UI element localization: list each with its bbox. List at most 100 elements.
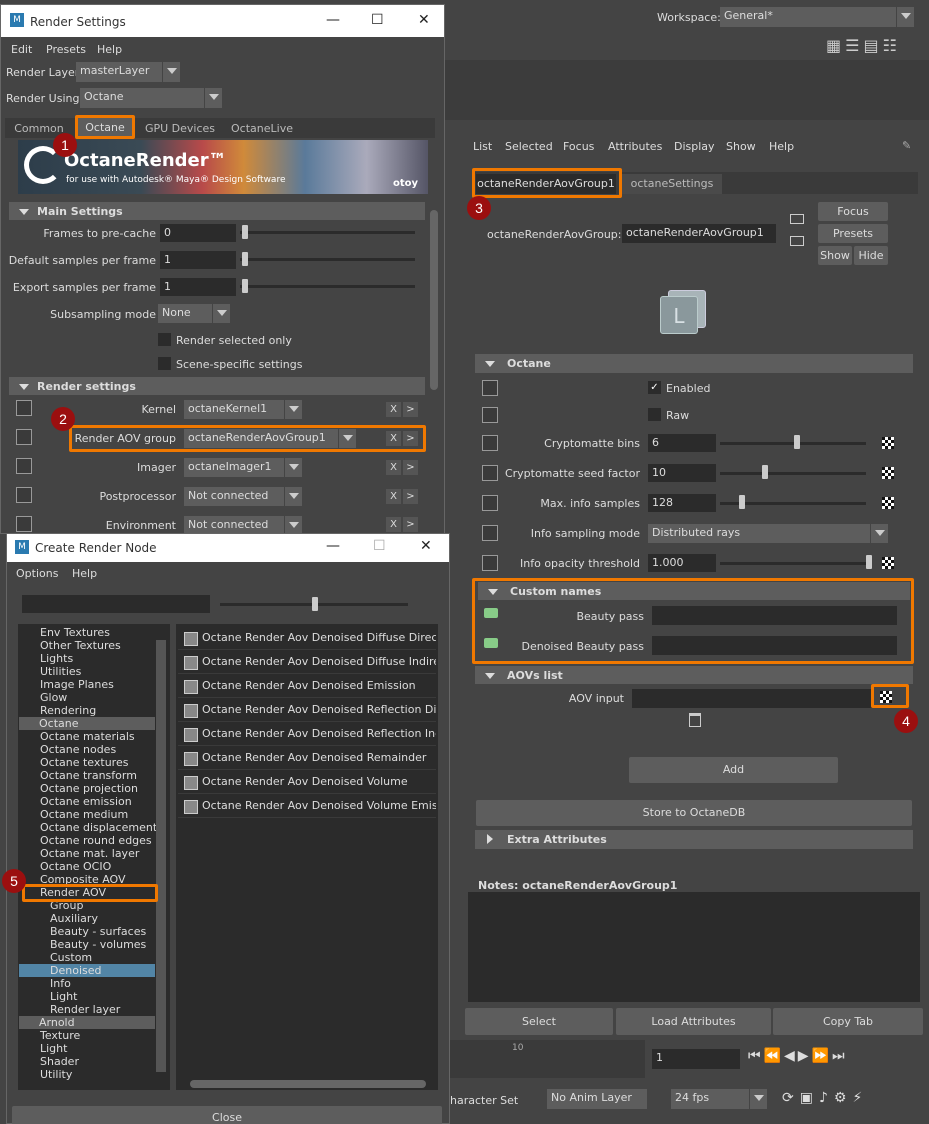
beauty-pass-field[interactable] — [652, 606, 897, 625]
info-opacity-map-icon[interactable] — [882, 557, 894, 569]
crn-close-icon[interactable]: ✕ — [420, 538, 432, 554]
maximize-icon[interactable]: ☐ — [371, 12, 384, 28]
info-opacity-knob[interactable] — [866, 555, 872, 569]
raw-checkbox[interactable] — [648, 408, 661, 421]
aov-break-button[interactable]: X — [386, 431, 401, 446]
env-break-button[interactable]: X — [386, 517, 401, 532]
tree-item[interactable]: Octane transform — [19, 769, 155, 782]
scene-specific-checkbox[interactable] — [158, 357, 171, 370]
node-list-item[interactable]: Octane Render Aov Denoised Emission — [178, 674, 436, 698]
node-list-item[interactable]: Octane Render Aov Denoised Reflection In… — [178, 722, 436, 746]
fps-dropdown[interactable]: 24 fps — [671, 1089, 767, 1109]
tree-item[interactable]: Octane textures — [19, 756, 155, 769]
tree-item[interactable]: Image Planes — [19, 678, 155, 691]
node-list-item[interactable]: Octane Render Aov Denoised Remainder — [178, 746, 436, 770]
rs-scrollbar[interactable] — [430, 210, 438, 390]
environment-dropdown[interactable]: Not connected — [184, 516, 302, 534]
aovs-list-header[interactable]: AOVs list — [475, 666, 913, 684]
trash-icon[interactable] — [689, 713, 701, 727]
aov-goto-button[interactable]: > — [403, 431, 418, 446]
tree-item[interactable]: Beauty - volumes — [19, 938, 155, 951]
crn-icon-size-knob[interactable] — [312, 597, 318, 611]
presets-button[interactable]: Presets — [818, 224, 888, 243]
tab-octane-render-aov-group1[interactable]: octaneRenderAovGroup1 — [476, 174, 616, 194]
close-icon[interactable]: ✕ — [418, 12, 430, 28]
max-info-field[interactable]: 128 — [648, 494, 716, 512]
export-samples-field[interactable]: 1 — [160, 278, 236, 296]
node-name-field[interactable]: octaneRenderAovGroup1 — [622, 224, 776, 243]
node-list-item[interactable]: Octane Render Aov Denoised Reflection Di… — [178, 698, 436, 722]
enabled-checkbox[interactable]: ✓ — [648, 381, 661, 394]
tree-item[interactable]: Octane projection — [19, 782, 155, 795]
max-info-map-icon[interactable] — [882, 497, 894, 509]
crypto-bins-field[interactable]: 6 — [648, 434, 716, 452]
tree-item[interactable]: Render layer — [19, 1003, 155, 1016]
crypto-bins-slider[interactable] — [720, 442, 866, 445]
node-list-item[interactable]: Octane Render Aov Denoised Volume Emissi… — [178, 794, 436, 818]
imager-break-button[interactable]: X — [386, 460, 401, 475]
bottom-bar-icons[interactable]: ⟳▣♪⚙⚡ — [782, 1090, 927, 1110]
render-settings-header[interactable]: Render settings — [9, 377, 425, 395]
post-break-button[interactable]: X — [386, 489, 401, 504]
frames-precache-field[interactable]: 0 — [160, 224, 236, 242]
rs-menu-edit[interactable]: Edit — [11, 43, 32, 56]
tree-item[interactable]: Glow — [19, 691, 155, 704]
node-list-item[interactable]: Octane Render Aov Denoised Volume — [178, 770, 436, 794]
attr-menu-list[interactable]: List — [473, 140, 492, 153]
maya-toolbar-icons[interactable]: ▦☰▤☷ — [826, 36, 926, 55]
add-button[interactable]: Add — [629, 757, 838, 783]
post-goto-button[interactable]: > — [403, 489, 418, 504]
render-aov-group-dropdown[interactable]: octaneRenderAovGroup1 — [184, 429, 356, 448]
tree-item[interactable]: Auxiliary — [19, 912, 155, 925]
tree-item[interactable]: Group — [19, 899, 155, 912]
denoised-beauty-pass-field[interactable] — [652, 636, 897, 655]
attr-menu-selected[interactable]: Selected — [505, 140, 553, 153]
tab-octane-live[interactable]: OctaneLive — [226, 120, 298, 138]
tree-item[interactable]: Composite AOV — [19, 873, 155, 886]
tree-item[interactable]: Light — [19, 1042, 155, 1055]
tree-item[interactable]: Shader — [19, 1055, 155, 1068]
tree-item[interactable]: Octane round edges — [19, 834, 155, 847]
crypto-bins-knob[interactable] — [794, 435, 800, 449]
tab-octane-settings[interactable]: octaneSettings — [622, 174, 722, 194]
character-set-label[interactable]: haracter Set — [450, 1094, 518, 1107]
tree-item[interactable]: Denoised — [19, 964, 155, 977]
subsampling-dropdown[interactable]: None — [158, 304, 230, 323]
tree-item[interactable]: Render AOV — [19, 886, 155, 899]
crypto-seed-map-icon[interactable] — [882, 467, 894, 479]
export-samples-knob[interactable] — [242, 279, 248, 293]
crn-menu-help[interactable]: Help — [72, 567, 97, 580]
crn-node-hscrollbar[interactable] — [190, 1080, 426, 1088]
attr-menu-display[interactable]: Display — [674, 140, 715, 153]
crn-minimize-icon[interactable]: — — [326, 538, 340, 554]
tab-gpu-devices[interactable]: GPU Devices — [140, 120, 220, 138]
crn-maximize-icon[interactable]: ☐ — [373, 538, 386, 554]
tree-item[interactable]: Octane — [19, 717, 155, 730]
crn-tree-scrollbar[interactable] — [156, 640, 166, 1072]
info-opacity-field[interactable]: 1.000 — [648, 554, 716, 572]
octane-section-header[interactable]: Octane — [475, 354, 913, 373]
copy-tab-button[interactable]: Copy Tab — [773, 1008, 923, 1035]
postprocessor-dropdown[interactable]: Not connected — [184, 487, 302, 506]
crypto-seed-field[interactable]: 10 — [648, 464, 716, 482]
rs-menu-presets[interactable]: Presets — [46, 43, 86, 56]
tree-item[interactable]: Octane OCIO — [19, 860, 155, 873]
tree-item[interactable]: Utilities — [19, 665, 155, 678]
input-connection-icon[interactable] — [790, 214, 804, 224]
imager-goto-button[interactable]: > — [403, 460, 418, 475]
tree-item[interactable]: Utility — [19, 1068, 155, 1081]
playback-controls[interactable]: ⏮⏪◀▶⏩⏭ — [748, 1048, 928, 1070]
tree-item[interactable]: Rendering — [19, 704, 155, 717]
tree-item[interactable]: Info — [19, 977, 155, 990]
crypto-seed-slider[interactable] — [720, 472, 866, 475]
select-button[interactable]: Select — [465, 1008, 613, 1035]
kernel-break-button[interactable]: X — [386, 402, 401, 417]
node-list-item[interactable]: Octane Render Aov Denoised Diffuse Direc… — [178, 626, 436, 650]
main-settings-header[interactable]: Main Settings — [9, 202, 425, 220]
node-list-item[interactable]: Octane Render Aov Denoised Diffuse Indir… — [178, 650, 436, 674]
tree-item[interactable]: Beauty - surfaces — [19, 925, 155, 938]
attr-menu-help[interactable]: Help — [769, 140, 794, 153]
info-mode-dropdown[interactable]: Distributed rays — [648, 524, 888, 543]
info-opacity-slider[interactable] — [720, 562, 866, 565]
crn-search-field[interactable] — [22, 595, 210, 613]
